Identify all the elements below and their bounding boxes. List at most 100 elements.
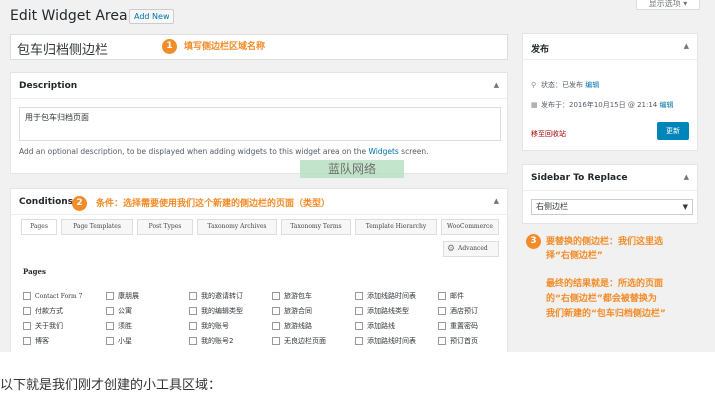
page-checkbox[interactable]: 博客 bbox=[23, 336, 49, 346]
pages-heading: Pages bbox=[23, 267, 46, 276]
sidebar-replace-panel: Sidebar To Replace ▲ 右侧边栏 ▼ bbox=[522, 164, 698, 224]
page-checkbox[interactable]: 添加路线类型 bbox=[355, 306, 409, 316]
page-checkbox[interactable]: 旅游包车 bbox=[272, 291, 312, 301]
page-checkbox[interactable]: Contact Form 7 bbox=[23, 291, 82, 301]
checkbox[interactable] bbox=[272, 292, 280, 300]
update-button[interactable]: 更新 bbox=[657, 122, 689, 140]
move-to-trash-link[interactable]: 移至回收站 bbox=[531, 129, 566, 139]
page-checkbox[interactable]: 添加线路时间表 bbox=[355, 291, 416, 301]
annotation-badge-3: 3 bbox=[526, 234, 541, 249]
annotation-3-line1: 要替换的侧边栏：我们这里选 bbox=[546, 237, 664, 247]
publish-title: 发布 bbox=[523, 34, 697, 60]
page-checkbox[interactable]: 我的账号2 bbox=[189, 336, 233, 346]
annotation-1-text: 填写侧边栏区域名称 bbox=[184, 42, 266, 52]
tab-post-types[interactable]: Post Types bbox=[137, 219, 193, 235]
checkbox[interactable] bbox=[106, 292, 114, 300]
page-checkbox[interactable]: 我的编辑类型 bbox=[189, 306, 243, 316]
checkbox[interactable] bbox=[189, 337, 197, 345]
collapse-arrow-icon[interactable]: ▲ bbox=[684, 42, 689, 50]
annotation-3-line2: 择“右侧边栏” bbox=[546, 251, 603, 261]
page-checkbox[interactable]: 酒店预订 bbox=[438, 306, 478, 316]
page-checkbox[interactable]: 预订首页 bbox=[438, 336, 478, 346]
description-title: Description bbox=[11, 73, 507, 99]
widgets-link[interactable]: Widgets bbox=[368, 147, 398, 156]
checkbox[interactable] bbox=[189, 322, 197, 330]
collapse-arrow-icon[interactable]: ▲ bbox=[494, 197, 499, 205]
checkbox[interactable] bbox=[438, 337, 446, 345]
page-checkbox[interactable]: 我的邀请转订 bbox=[189, 291, 243, 301]
checkbox[interactable] bbox=[23, 292, 31, 300]
collapse-arrow-icon[interactable]: ▲ bbox=[684, 173, 689, 181]
checkbox[interactable] bbox=[23, 337, 31, 345]
checkbox[interactable] bbox=[106, 307, 114, 315]
checkbox[interactable] bbox=[272, 307, 280, 315]
pin-icon: ⚲ bbox=[531, 81, 537, 89]
tab-pages[interactable]: Pages bbox=[21, 219, 57, 235]
page-checkbox[interactable]: 付款方式 bbox=[23, 306, 63, 316]
checkbox[interactable] bbox=[23, 307, 31, 315]
screen-options-button[interactable]: 显示选项 ▾ bbox=[636, 0, 700, 10]
checkbox[interactable] bbox=[23, 322, 31, 330]
checkbox[interactable] bbox=[438, 322, 446, 330]
checkbox[interactable] bbox=[355, 292, 363, 300]
checkbox[interactable] bbox=[106, 322, 114, 330]
date-edit-link[interactable]: 编辑 bbox=[660, 101, 674, 109]
annotation-badge-1: 1 bbox=[162, 39, 177, 54]
page-checkbox[interactable]: 小星 bbox=[106, 336, 132, 346]
widget-area-name-value: 包车归档侧边栏 bbox=[17, 43, 109, 58]
advanced-button[interactable]: ⚙ Advanced bbox=[443, 241, 499, 257]
watermark: 蓝队网络 bbox=[300, 160, 404, 178]
description-textarea[interactable]: 用于包车归档页面 bbox=[19, 107, 501, 141]
checkbox[interactable] bbox=[189, 307, 197, 315]
checkbox[interactable] bbox=[438, 292, 446, 300]
tab-template-hierarchy[interactable]: Template Hierarchy bbox=[355, 219, 437, 235]
annotation-badge-2: 2 bbox=[72, 196, 87, 211]
description-help: Add an optional description, to be displ… bbox=[19, 147, 429, 156]
publish-panel: 发布 ▲ ⚲ 状态：已发布 编辑 ▦ 发布于：2016年10月15日 @ 21:14… bbox=[522, 33, 698, 151]
sidebar-replace-title: Sidebar To Replace bbox=[523, 165, 697, 191]
page-checkbox[interactable]: 邮件 bbox=[438, 291, 464, 301]
checkbox[interactable] bbox=[438, 307, 446, 315]
checkbox[interactable] bbox=[189, 292, 197, 300]
conditions-tabs: Pages Page Templates Post Types Taxonomy… bbox=[17, 219, 501, 235]
checkbox[interactable] bbox=[355, 322, 363, 330]
checkbox[interactable] bbox=[355, 307, 363, 315]
tab-taxonomy-terms[interactable]: Taxonomy Terms bbox=[281, 219, 351, 235]
page-checkbox[interactable]: 须胜 bbox=[106, 321, 132, 331]
date-row: ▦ 发布于：2016年10月15日 @ 21:14 编辑 bbox=[531, 101, 674, 109]
checkbox[interactable] bbox=[272, 322, 280, 330]
annotation-2-text: 条件：选择需要使用我们这个新建的侧边栏的页面（类型） bbox=[96, 199, 331, 209]
tab-taxonomy-archives[interactable]: Taxonomy Archives bbox=[197, 219, 277, 235]
status-edit-link[interactable]: 编辑 bbox=[585, 81, 599, 89]
page-checkbox[interactable]: 添加路线 bbox=[355, 321, 395, 331]
calendar-icon: ▦ bbox=[531, 101, 538, 109]
chevron-down-icon: ▼ bbox=[682, 203, 688, 211]
page-checkbox[interactable]: 旅游线路 bbox=[272, 321, 312, 331]
add-new-button[interactable]: Add New bbox=[129, 9, 175, 24]
page-checkbox[interactable]: 无良边栏页面 bbox=[272, 336, 326, 346]
annotation-4-line3: 我们新建的“包车归档侧边栏” bbox=[546, 309, 666, 319]
checkbox[interactable] bbox=[355, 337, 363, 345]
page-checkbox[interactable]: 添加路线时间表 bbox=[355, 336, 416, 346]
page-checkbox[interactable]: 康朋展 bbox=[106, 291, 139, 301]
checkbox[interactable] bbox=[106, 337, 114, 345]
page-checkbox[interactable]: 公寓 bbox=[106, 306, 132, 316]
footer-caption: 以下就是我们刚才创建的小工具区域： bbox=[0, 378, 222, 393]
page-checkbox[interactable]: 关于我们 bbox=[23, 321, 63, 331]
description-panel: Description ▲ 用于包车归档页面 Add an optional d… bbox=[10, 72, 508, 174]
page-checkbox[interactable]: 我的账号 bbox=[189, 321, 229, 331]
status-row: ⚲ 状态：已发布 编辑 bbox=[531, 81, 600, 89]
conditions-panel: Conditions ▲ Pages Page Templates Post T… bbox=[10, 188, 508, 352]
collapse-arrow-icon[interactable]: ▲ bbox=[494, 81, 499, 89]
annotation-4-line2: 的“右侧边栏”都会被替换为 bbox=[546, 294, 657, 304]
wp-admin-screen: Edit Widget Area Add New 显示选项 ▾ 包车归档侧边栏 … bbox=[0, 0, 715, 352]
page-checkbox[interactable]: 旅游合同 bbox=[272, 306, 312, 316]
checkbox[interactable] bbox=[272, 337, 280, 345]
page-checkbox[interactable]: 重置密码 bbox=[438, 321, 478, 331]
tab-woocommerce[interactable]: WooCommerce bbox=[441, 219, 499, 235]
annotation-4-line1: 最终的结果就是：所选的页面 bbox=[546, 279, 664, 289]
page-title: Edit Widget Area bbox=[10, 8, 128, 24]
gear-icon: ⚙ bbox=[447, 244, 456, 254]
tab-page-templates[interactable]: Page Templates bbox=[61, 219, 133, 235]
sidebar-replace-select[interactable]: 右侧边栏 ▼ bbox=[531, 199, 693, 215]
